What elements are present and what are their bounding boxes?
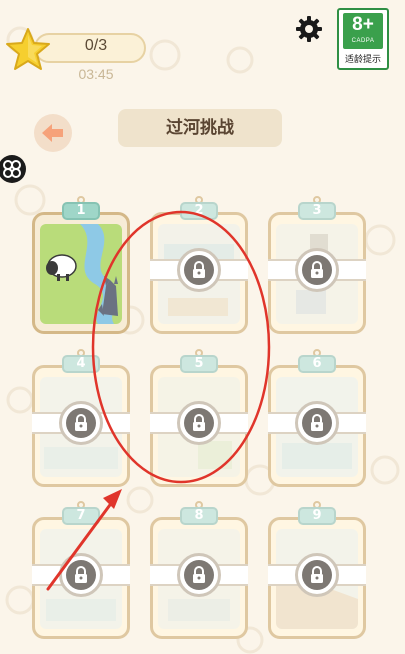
level-card-7[interactable]: 7 bbox=[32, 501, 130, 639]
lock-icon bbox=[311, 261, 323, 278]
lock-badge bbox=[295, 553, 339, 597]
level-number: 9 bbox=[298, 507, 336, 525]
level-number: 4 bbox=[62, 355, 100, 373]
age-rating-badge: 8+ CADPA 适龄提示 bbox=[337, 8, 389, 70]
age-rating-box: 8+ CADPA bbox=[343, 13, 383, 49]
level-card-2[interactable]: 2 bbox=[150, 196, 248, 334]
lock-icon bbox=[311, 566, 323, 583]
lock-badge bbox=[177, 553, 221, 597]
star-icon bbox=[4, 26, 52, 74]
level-number: 7 bbox=[62, 507, 100, 525]
lock-icon bbox=[193, 566, 205, 583]
age-rating-number: 8+ bbox=[352, 14, 374, 35]
lock-badge bbox=[295, 248, 339, 292]
age-rating-label: 适龄提示 bbox=[344, 55, 381, 65]
level-card-8[interactable]: 8 bbox=[150, 501, 248, 639]
back-arrow-icon bbox=[42, 124, 63, 142]
page-title: 过河挑战 bbox=[166, 118, 234, 138]
title-banner: 过河挑战 bbox=[118, 109, 282, 147]
level-card-4[interactable]: 4 bbox=[32, 349, 130, 487]
lock-badge bbox=[59, 401, 103, 445]
lock-icon bbox=[75, 566, 87, 583]
side-menu-button[interactable] bbox=[0, 155, 26, 183]
level-card-9[interactable]: 9 bbox=[268, 501, 366, 639]
lock-icon bbox=[75, 414, 87, 431]
level-card-1[interactable]: 1 bbox=[32, 196, 130, 334]
level-card-6[interactable]: 6 bbox=[268, 349, 366, 487]
level-art-sheep-wolf bbox=[40, 224, 122, 324]
level-number: 6 bbox=[298, 355, 336, 373]
level-number: 2 bbox=[180, 202, 218, 220]
lock-badge bbox=[295, 401, 339, 445]
lock-badge bbox=[177, 248, 221, 292]
menu-icon bbox=[3, 160, 21, 178]
lock-badge bbox=[177, 401, 221, 445]
level-card-5[interactable]: 5 bbox=[150, 349, 248, 487]
timer: 03:45 bbox=[78, 66, 114, 82]
lock-badge bbox=[59, 553, 103, 597]
level-number: 1 bbox=[62, 202, 100, 220]
lock-icon bbox=[193, 414, 205, 431]
lock-icon bbox=[311, 414, 323, 431]
level-number: 8 bbox=[180, 507, 218, 525]
lock-icon bbox=[193, 261, 205, 278]
age-rating-org: CADPA bbox=[351, 38, 375, 44]
level-card-3[interactable]: 3 bbox=[268, 196, 366, 334]
level-number: 5 bbox=[180, 355, 218, 373]
gear-icon[interactable] bbox=[294, 14, 324, 44]
back-button[interactable] bbox=[34, 114, 72, 152]
level-number: 3 bbox=[298, 202, 336, 220]
progress-count: 0/3 bbox=[84, 37, 108, 54]
